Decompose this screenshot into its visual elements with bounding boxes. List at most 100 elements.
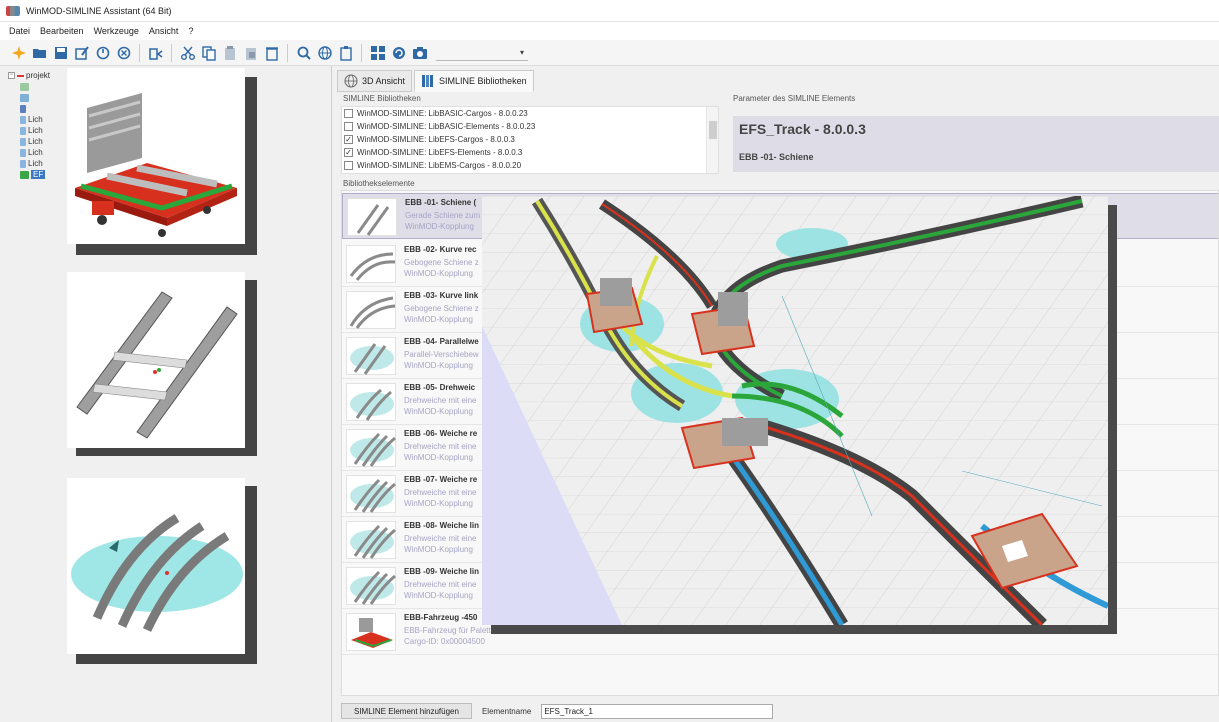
vehicle-preview: [67, 68, 245, 244]
tree-root[interactable]: − projekt: [8, 70, 68, 81]
paste-special-icon[interactable]: [242, 44, 259, 61]
edit-icon[interactable]: [73, 44, 90, 61]
libraries-group-label: SIMLINE Bibliotheken: [343, 94, 421, 103]
tab-bar: 3D Ansicht SIMLINE Bibliotheken: [337, 70, 534, 92]
tree-item-light-4[interactable]: Lich: [8, 147, 68, 158]
checkbox-checked[interactable]: ✓: [344, 148, 353, 157]
light-icon: [20, 115, 26, 124]
checkbox[interactable]: [344, 122, 353, 131]
turntable-preview: [67, 478, 245, 654]
delete-icon[interactable]: [263, 44, 280, 61]
menu-datei[interactable]: Datei: [4, 26, 35, 36]
chevron-down-icon: ▾: [519, 47, 524, 57]
globe-icon: [344, 74, 358, 88]
parameters-group-label: Parameter des SIMLINE Elements: [733, 94, 856, 103]
checkbox[interactable]: [344, 109, 353, 118]
element-thumbnail: [346, 613, 396, 651]
element-thumbnail: [346, 429, 396, 467]
element-name-label: Elementname: [481, 706, 532, 716]
element-thumbnail: [346, 245, 396, 283]
tab-simline-libraries[interactable]: SIMLINE Bibliotheken: [414, 70, 534, 92]
element-name-input[interactable]: EFS_Track_1: [541, 703, 774, 719]
toolbar-separator: [361, 43, 362, 62]
menu-bearbeiten[interactable]: Bearbeiten: [35, 26, 89, 36]
search-icon[interactable]: [295, 44, 312, 61]
clipboard-icon[interactable]: [337, 44, 354, 61]
window-title: WinMOD-SIMLINE Assistant (64 Bit): [26, 5, 172, 16]
vehicle-model-image: [75, 93, 237, 237]
scrollbar-thumb[interactable]: [709, 121, 717, 139]
tree-item-light-1[interactable]: Lich: [8, 114, 68, 125]
bottom-bar: SIMLINE Element hinzufügen Elementname E…: [341, 702, 774, 720]
project-icon: [17, 74, 24, 77]
collapse-icon[interactable]: −: [8, 72, 15, 79]
left-panel: − projekt Lich Lich Lich Lich Lich EF: [0, 66, 332, 722]
straight-track-preview: [67, 272, 245, 448]
new-icon[interactable]: [10, 44, 27, 61]
project-tree: − projekt Lich Lich Lich Lich Lich EF: [8, 70, 68, 180]
element-thumbnail: [346, 291, 396, 329]
turntable-image: [71, 514, 243, 632]
title-bar: WinMOD-SIMLINE Assistant (64 Bit): [0, 0, 1219, 22]
person-icon: [20, 104, 26, 113]
library-icon: [422, 75, 434, 87]
light-icon: [20, 126, 26, 135]
menu-werkzeuge[interactable]: Werkzeuge: [89, 26, 144, 36]
checkbox[interactable]: [344, 161, 353, 170]
tree-item-efs[interactable]: EF: [8, 169, 68, 180]
tree-item-light-5[interactable]: Lich: [8, 158, 68, 169]
globe-icon[interactable]: [316, 44, 333, 61]
add-element-button[interactable]: SIMLINE Element hinzufügen: [341, 703, 472, 719]
element-title: EFS_Track - 8.0.0.3: [739, 121, 866, 137]
save-icon[interactable]: [52, 44, 69, 61]
light-icon: [20, 137, 26, 146]
tree-item-file[interactable]: [8, 81, 68, 92]
file-icon: [20, 82, 29, 91]
library-item[interactable]: WinMOD-SIMLINE: LibEMS-Cargos - 8.0.0.20: [342, 159, 718, 172]
tree-item-light-3[interactable]: Lich: [8, 136, 68, 147]
libraries-list: WinMOD-SIMLINE: LibBASIC-Cargos - 8.0.0.…: [341, 106, 719, 174]
toolbar-separator: [287, 43, 288, 62]
library-item[interactable]: WinMOD-SIMLINE: LibBASIC-Elements - 8.0.…: [342, 120, 718, 133]
copy-icon[interactable]: [200, 44, 217, 61]
cancel-icon[interactable]: [115, 44, 132, 61]
menu-help[interactable]: ?: [183, 26, 198, 36]
library-item[interactable]: ✓ WinMOD-SIMLINE: LibEFS-Cargos - 8.0.0.3: [342, 133, 718, 146]
library-item[interactable]: WinMOD-SIMLINE: LibBASIC-Cargos - 8.0.0.…: [342, 107, 718, 120]
element-thumbnail: [346, 383, 396, 421]
toolbar-separator: [171, 43, 172, 62]
elements-group-label: Bibliothekselemente: [343, 179, 415, 188]
toolbar-dropdown[interactable]: ▾: [436, 44, 528, 61]
import-icon[interactable]: [147, 44, 164, 61]
sync-icon[interactable]: [390, 44, 407, 61]
refresh-icon[interactable]: [94, 44, 111, 61]
paste-icon[interactable]: [221, 44, 238, 61]
straight-track-image: [76, 291, 238, 439]
track-icon: [20, 170, 29, 179]
libraries-scrollbar[interactable]: [706, 107, 718, 173]
library-item[interactable]: ✓ WinMOD-SIMLINE: LibEFS-Elements - 8.0.0…: [342, 146, 718, 159]
grid-icon[interactable]: [369, 44, 386, 61]
open-icon[interactable]: [31, 44, 48, 61]
tab-3d-view[interactable]: 3D Ansicht: [337, 70, 413, 92]
element-thumbnail: [346, 521, 396, 559]
element-thumbnail: [346, 567, 396, 605]
light-icon: [20, 159, 26, 168]
menu-bar: Datei Bearbeiten Werkzeuge Ansicht ?: [0, 22, 1219, 40]
element-thumbnail: [346, 337, 396, 375]
element-thumbnail: [346, 475, 396, 513]
3d-scene-image: [482, 196, 1108, 625]
parameters-box: EFS_Track - 8.0.0.3 EBB -01- Schiene: [733, 116, 1219, 172]
checkbox-checked[interactable]: ✓: [344, 135, 353, 144]
tree-item-light-2[interactable]: Lich: [8, 125, 68, 136]
element-subtitle: EBB -01- Schiene: [739, 152, 814, 162]
menu-ansicht[interactable]: Ansicht: [144, 26, 184, 36]
cut-icon[interactable]: [179, 44, 196, 61]
light-icon: [20, 148, 26, 157]
tree-item-person[interactable]: [8, 103, 68, 114]
tree-item-table[interactable]: [8, 92, 68, 103]
table-icon: [20, 93, 29, 102]
element-thumbnail: [347, 198, 397, 236]
camera-icon[interactable]: [411, 44, 428, 61]
3d-scene-view: [482, 196, 1108, 625]
